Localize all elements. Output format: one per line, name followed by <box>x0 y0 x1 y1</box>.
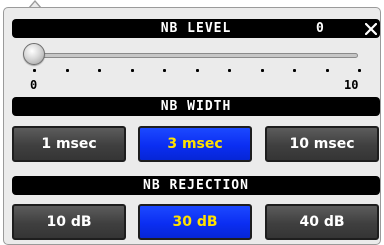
nb-level-slider-track[interactable] <box>36 53 358 58</box>
slider-max-label: 10 <box>344 78 359 92</box>
nb-level-value: 0 <box>316 21 325 36</box>
nb-width-title: NB WIDTH <box>160 99 232 114</box>
slider-min-label: 0 <box>30 78 38 92</box>
nb-rejection-header: NB REJECTION <box>12 176 380 195</box>
slider-tick <box>358 69 361 72</box>
rejection-40db-button[interactable]: 40 dB <box>265 204 379 240</box>
slider-tick <box>261 69 264 72</box>
slider-tick <box>98 69 101 72</box>
slider-tick <box>163 69 166 72</box>
rejection-10db-label: 10 dB <box>46 214 92 230</box>
width-3msec-button[interactable]: 3 msec <box>138 126 252 162</box>
nb-level-title: NB LEVEL <box>160 21 232 36</box>
nb-rejection-title: NB REJECTION <box>143 178 249 193</box>
slider-tick <box>326 69 329 72</box>
width-10msec-button[interactable]: 10 msec <box>265 126 379 162</box>
nb-level-header: NB LEVEL 0 <box>12 19 380 38</box>
width-3msec-label: 3 msec <box>167 136 223 152</box>
close-icon[interactable] <box>362 19 380 38</box>
slider-tick <box>293 69 296 72</box>
slider-tick <box>131 69 134 72</box>
slider-tick <box>196 69 199 72</box>
nb-level-slider-thumb[interactable] <box>23 43 45 65</box>
slider-tick <box>228 69 231 72</box>
slider-tick <box>66 69 69 72</box>
rejection-40db-label: 40 dB <box>299 214 345 230</box>
rejection-10db-button[interactable]: 10 dB <box>12 204 126 240</box>
slider-tick <box>33 69 36 72</box>
width-1msec-label: 1 msec <box>41 136 97 152</box>
width-10msec-label: 10 msec <box>289 136 355 152</box>
width-1msec-button[interactable]: 1 msec <box>12 126 126 162</box>
rejection-30db-label: 30 dB <box>172 214 218 230</box>
rejection-30db-button[interactable]: 30 dB <box>138 204 252 240</box>
nb-width-header: NB WIDTH <box>12 97 380 116</box>
